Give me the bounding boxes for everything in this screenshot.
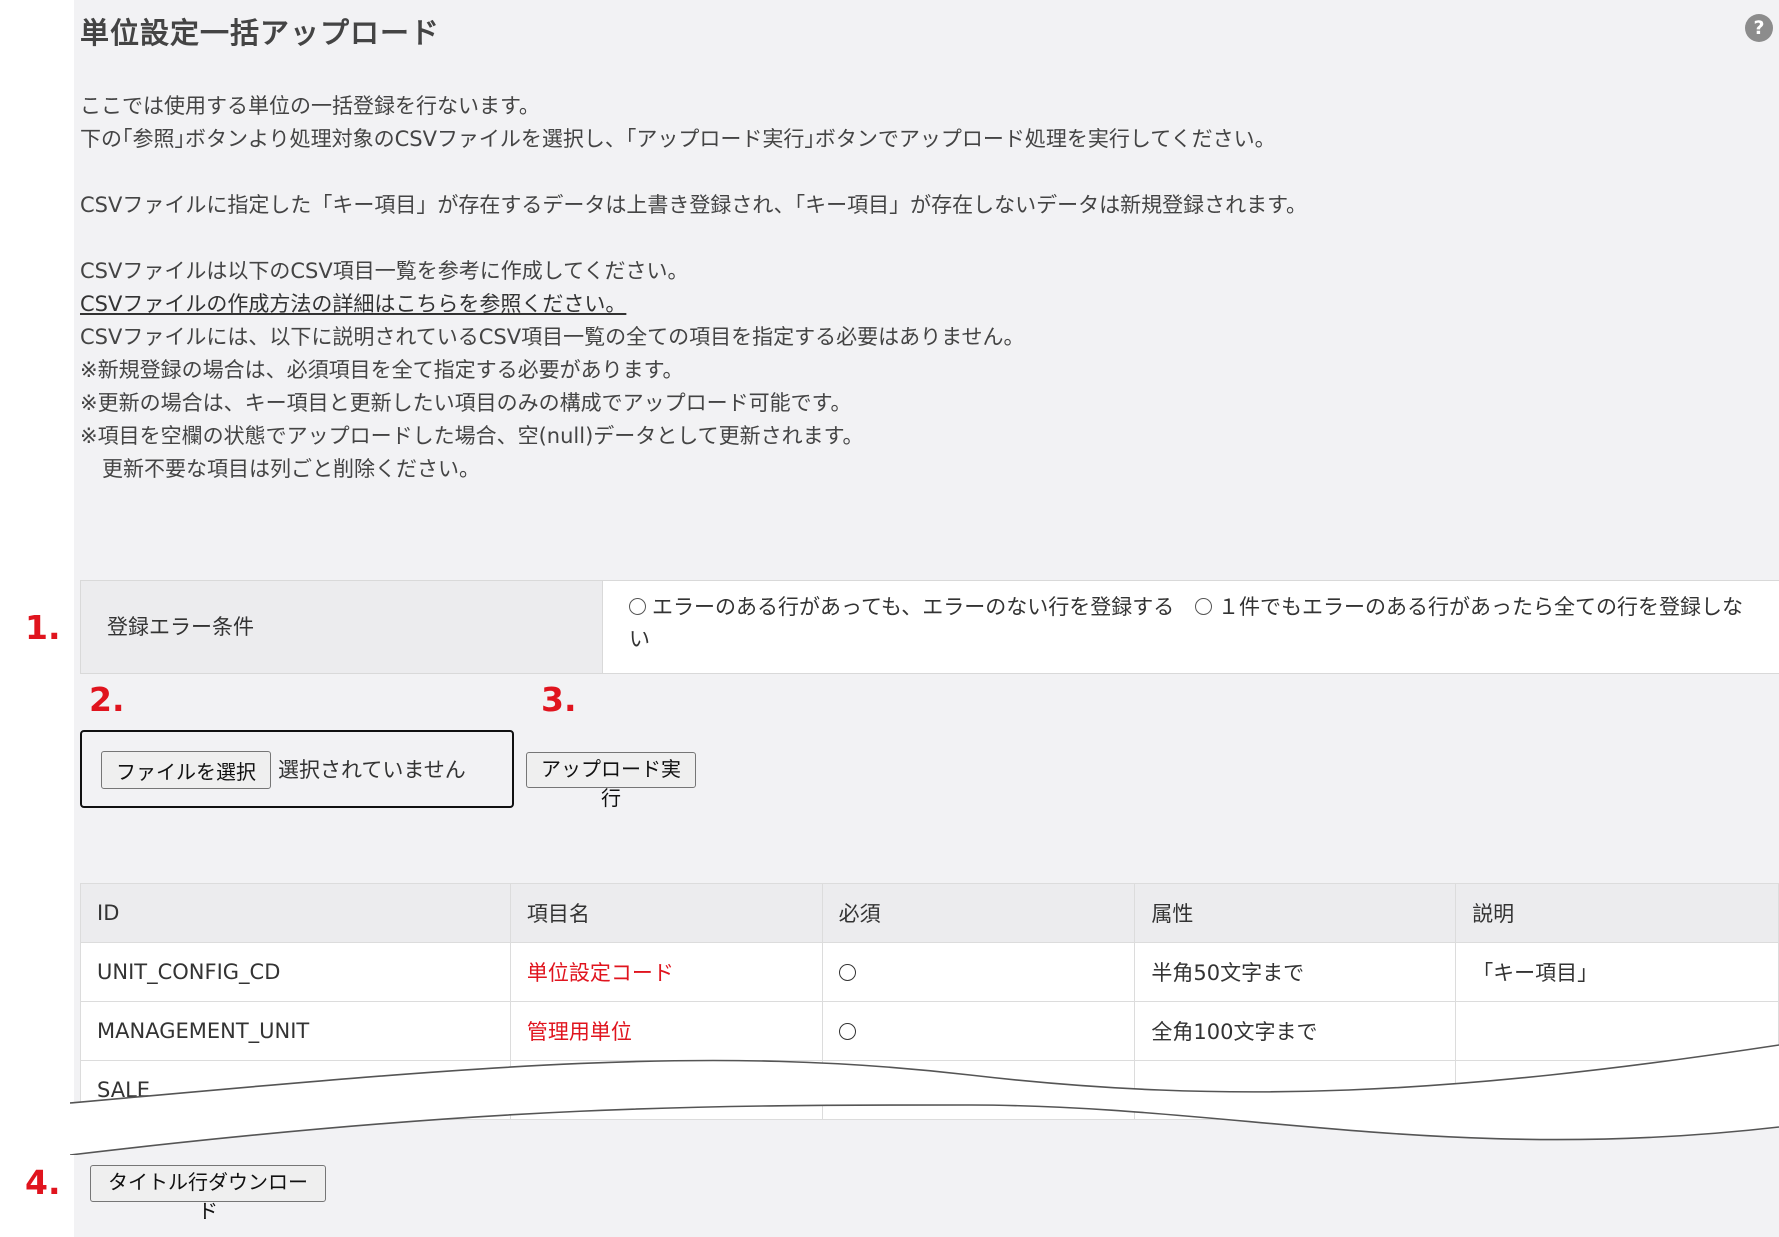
table-omission-wave (70, 1044, 1779, 1155)
intro-line: CSVファイルには、以下に説明されているCSV項目一覧の全ての項目を指定する必要… (80, 325, 1025, 349)
intro-line: 下の｢参照｣ボタンより処理対象のCSVファイルを選択し、｢アップロード実行｣ボタ… (80, 127, 1276, 151)
radio-register-valid-rows[interactable] (629, 598, 646, 615)
cell-name: 単位設定コード (509, 942, 823, 1002)
csv-guide-link[interactable]: CSVファイルの作成方法の詳細はこちらを参照ください。 (80, 292, 626, 316)
column-header-required: 必須 (821, 883, 1136, 943)
upload-execute-button[interactable]: アップロード実行 (526, 752, 696, 810)
intro-line: ここでは使用する単位の一括登録を行ないます。 (80, 94, 540, 118)
intro-line: CSVファイルは以下のCSV項目一覧を参考に作成してください。 (80, 259, 689, 283)
choose-file-button[interactable]: ファイルを選択 (101, 751, 271, 789)
error-condition-options: エラーのある行があっても、エラーのない行を登録する １件でもエラーのある行があっ… (629, 591, 1759, 655)
column-header-description: 説明 (1455, 883, 1779, 943)
page-title: 単位設定一括アップロード (80, 16, 441, 50)
cell-description: 「キー項目」 (1455, 942, 1779, 1002)
intro-line: ※新規登録の場合は、必須項目を全て指定する必要があります。 (80, 358, 684, 382)
intro-text: ここでは使用する単位の一括登録を行ないます。 下の｢参照｣ボタンより処理対象のC… (80, 90, 1307, 486)
step-marker-3: 3. (541, 680, 577, 719)
step-marker-4: 4. (25, 1163, 61, 1202)
intro-line: ※更新の場合は、キー項目と更新したい項目のみの構成でアップロード可能です。 (80, 391, 852, 415)
column-header-id: ID (80, 883, 511, 943)
intro-line: CSVファイルに指定した「キー項目」が存在するデータは上書き登録され、「キー項目… (80, 193, 1307, 217)
file-status-text: 選択されていません (278, 758, 466, 782)
intro-line: ※項目を空欄の状態でアップロードした場合、空(null)データとして更新されます… (80, 424, 864, 448)
column-header-name: 項目名 (509, 883, 823, 943)
step-marker-2: 2. (89, 680, 125, 719)
table-header-row: ID 項目名 必須 属性 説明 (80, 883, 1779, 943)
required-circle-icon (838, 964, 856, 981)
step-marker-1: 1. (25, 608, 61, 647)
intro-line: 更新不要な項目は列ごと削除ください。 (102, 457, 480, 481)
error-condition-row: 登録エラー条件 エラーのある行があっても、エラーのない行を登録する １件でもエラ… (80, 580, 1779, 674)
radio-label: エラーのある行があっても、エラーのない行を登録する (652, 595, 1175, 619)
radio-register-none-on-error[interactable] (1194, 598, 1212, 615)
cell-required (821, 942, 1136, 1002)
help-icon[interactable]: ? (1745, 14, 1773, 42)
table-row: UNIT_CONFIG_CD 単位設定コード 半角50文字まで 「キー項目」 (80, 942, 1779, 1002)
cell-attribute: 半角50文字まで (1134, 942, 1457, 1002)
column-header-attribute: 属性 (1134, 883, 1457, 943)
error-condition-label: 登録エラー条件 (81, 581, 603, 673)
cell-id: UNIT_CONFIG_CD (80, 942, 511, 1002)
title-row-download-button[interactable]: タイトル行ダウンロード (90, 1165, 326, 1223)
